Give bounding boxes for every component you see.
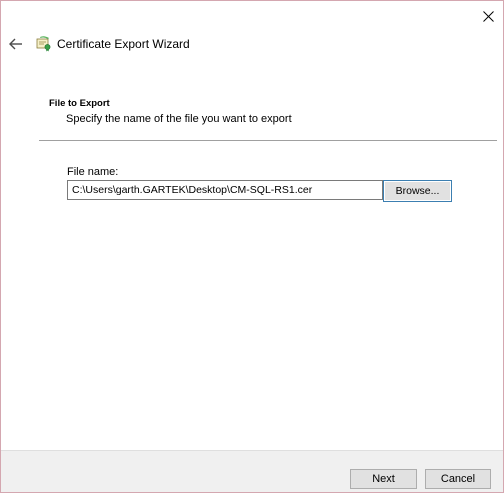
footer-bar: Next Cancel xyxy=(1,450,503,492)
title-bar xyxy=(1,1,503,31)
section-title: File to Export xyxy=(49,98,110,109)
next-button[interactable]: Next xyxy=(350,469,417,489)
certificate-icon xyxy=(36,36,51,52)
header-divider xyxy=(39,140,497,141)
file-name-input[interactable] xyxy=(67,180,383,200)
close-icon xyxy=(482,10,494,22)
back-arrow-icon xyxy=(9,38,22,50)
section-description: Specify the name of the file you want to… xyxy=(66,113,292,125)
wizard-title: Certificate Export Wizard xyxy=(57,37,190,51)
wizard-window: Certificate Export Wizard File to Export… xyxy=(0,0,504,493)
browse-button[interactable]: Browse... xyxy=(383,180,452,202)
file-name-label: File name: xyxy=(67,166,119,178)
back-button[interactable] xyxy=(7,36,25,52)
cancel-button[interactable]: Cancel xyxy=(425,469,491,489)
close-button[interactable] xyxy=(473,1,503,31)
